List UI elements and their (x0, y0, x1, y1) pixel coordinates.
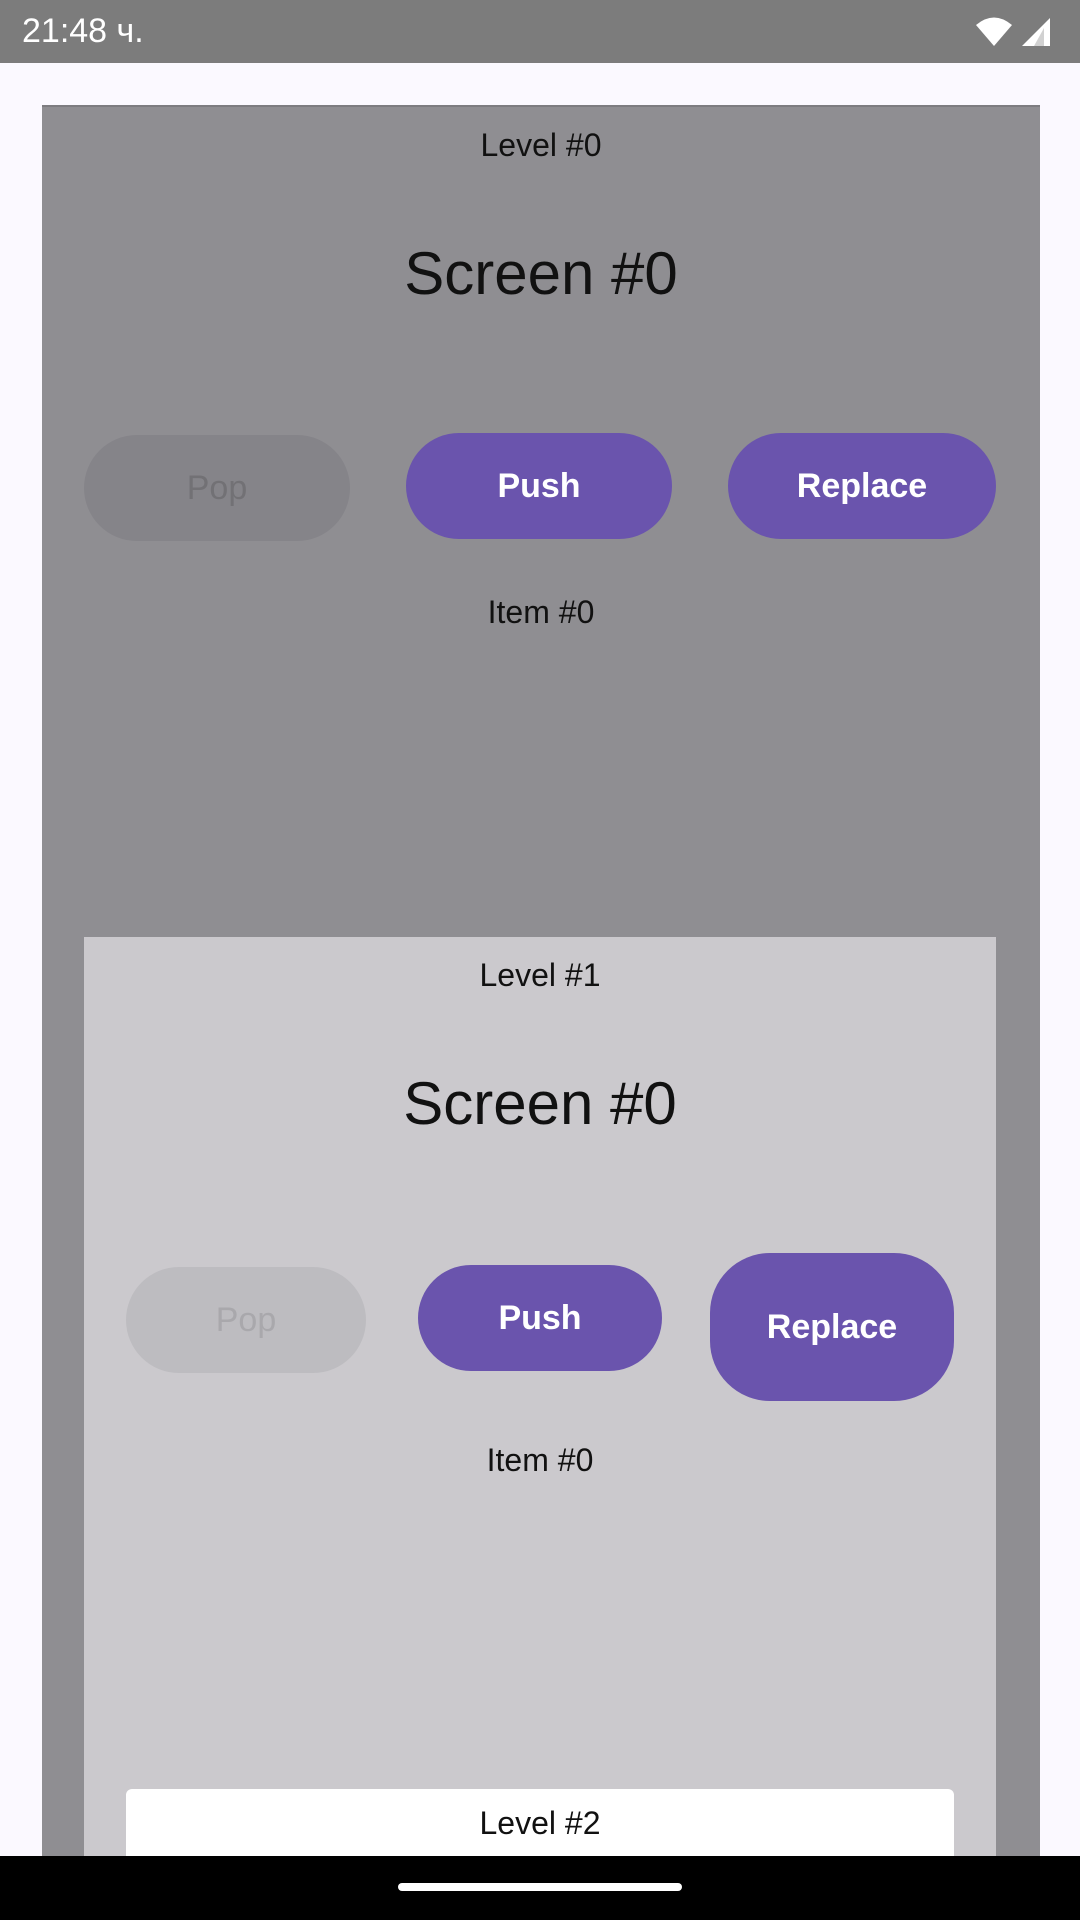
level-label: Level #1 (479, 957, 601, 993)
screen-title: Screen #0 (404, 240, 678, 307)
pop-button[interactable]: Pop (126, 1267, 366, 1373)
level-label: Level #0 (480, 127, 602, 163)
replace-button[interactable]: Replace (710, 1253, 954, 1401)
level-2-sheet: Level #2 (126, 1789, 954, 1856)
status-bar: 21:48 ч. (0, 0, 1080, 63)
status-time: 21:48 ч. (22, 12, 144, 50)
home-gesture-handle[interactable] (398, 1883, 682, 1891)
status-icons (974, 16, 1052, 53)
pop-button[interactable]: Pop (84, 435, 350, 541)
push-button[interactable]: Push (406, 433, 672, 539)
list-item: Item #0 (487, 594, 595, 630)
screen-title: Screen #0 (403, 1070, 677, 1137)
list-item: Item #0 (486, 1442, 594, 1478)
wifi-icon (974, 16, 1014, 53)
level-label: Level #2 (479, 1805, 601, 1841)
cellular-signal-icon (1020, 16, 1052, 53)
push-button[interactable]: Push (418, 1265, 662, 1371)
replace-button[interactable]: Replace (728, 433, 996, 539)
level-1-sheet: Level #1 Screen #0 Pop Push Replace Item… (84, 937, 996, 1856)
